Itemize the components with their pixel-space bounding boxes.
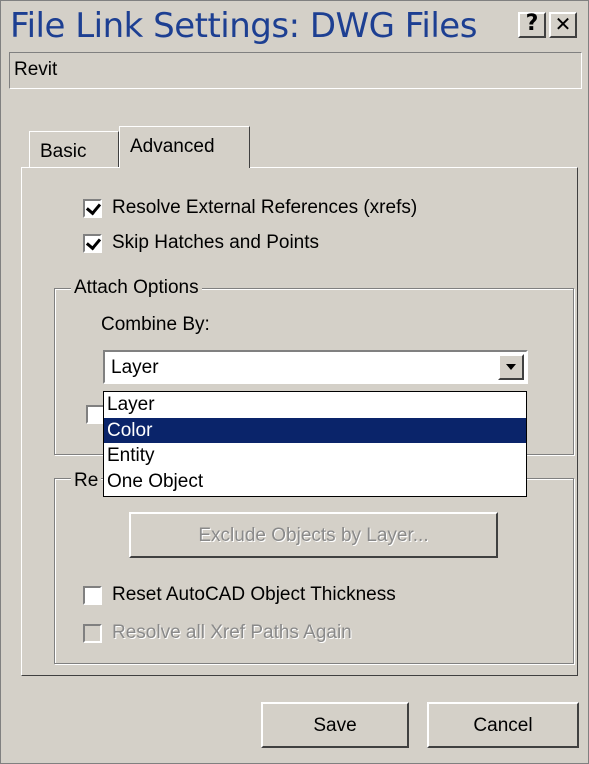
combine-by-select[interactable]: Layer	[103, 350, 528, 384]
tab-advanced-label: Advanced	[130, 136, 215, 157]
reload-options-legend: Re	[71, 470, 102, 492]
tab-basic[interactable]: Basic	[29, 131, 119, 167]
dropdown-item-one-object[interactable]: One Object	[104, 469, 526, 495]
resolve-xref-paths-checkbox	[83, 623, 102, 643]
skip-hatches-option[interactable]: Skip Hatches and Points	[83, 232, 319, 254]
chevron-down-icon[interactable]	[498, 354, 524, 380]
resolve-xref-paths-label: Resolve all Xref Paths Again	[112, 622, 352, 643]
exclude-objects-by-layer-button[interactable]: Exclude Objects by Layer...	[129, 512, 498, 558]
reset-thickness-option[interactable]: Reset AutoCAD Object Thickness	[83, 584, 396, 606]
title-bar: File Link Settings: DWG Files ? ✕	[2, 2, 587, 46]
skip-hatches-checkbox[interactable]	[83, 233, 102, 253]
tab-basic-label: Basic	[40, 141, 87, 162]
dropdown-item-entity[interactable]: Entity	[104, 443, 526, 469]
close-icon: ✕	[554, 12, 572, 36]
close-button[interactable]: ✕	[549, 12, 577, 38]
resolve-xref-paths-option: Resolve all Xref Paths Again	[83, 622, 352, 644]
combine-by-value: Layer	[111, 357, 159, 378]
reset-thickness-label: Reset AutoCAD Object Thickness	[112, 584, 396, 605]
cancel-button[interactable]: Cancel	[427, 702, 579, 748]
tab-advanced[interactable]: Advanced	[119, 126, 250, 168]
resolve-xrefs-checkbox[interactable]	[83, 198, 102, 218]
resolve-xrefs-option[interactable]: Resolve External References (xrefs)	[83, 197, 417, 219]
skip-hatches-label: Skip Hatches and Points	[112, 232, 320, 253]
dropdown-item-layer[interactable]: Layer	[104, 392, 526, 418]
preset-name-field[interactable]: Revit	[9, 52, 582, 89]
dialog-title: File Link Settings: DWG Files	[10, 6, 477, 46]
save-button[interactable]: Save	[261, 702, 409, 748]
combine-by-label: Combine By:	[101, 314, 210, 335]
help-button[interactable]: ?	[518, 12, 546, 38]
file-link-settings-dialog: File Link Settings: DWG Files ? ✕ Revit …	[0, 0, 589, 764]
attach-options-legend: Attach Options	[71, 277, 202, 299]
resolve-xrefs-label: Resolve External References (xrefs)	[112, 197, 418, 218]
combine-by-dropdown-list[interactable]: Layer Color Entity One Object	[103, 391, 527, 497]
dropdown-item-color[interactable]: Color	[104, 417, 526, 443]
reset-thickness-checkbox[interactable]	[83, 585, 102, 605]
